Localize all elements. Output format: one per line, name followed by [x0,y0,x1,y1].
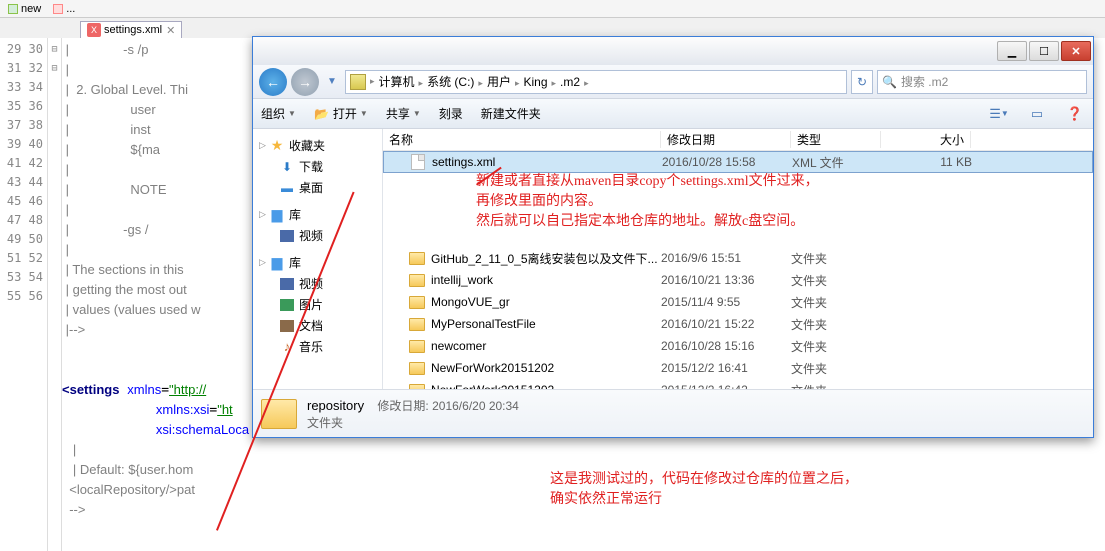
col-date[interactable]: 修改日期 [661,131,791,148]
close-file-button[interactable]: ... [49,3,79,15]
breadcrumb-item[interactable]: 计算机 [375,75,419,89]
back-button[interactable]: ← [259,68,287,96]
explorer-window: ← → ▼ ▸ 计算机▸系统 (C:)▸用户▸King▸.m2▸ ↻ 🔍 搜索 … [252,36,1094,438]
search-placeholder: 搜索 .m2 [901,73,948,90]
music-icon: ♪ [279,339,295,355]
video-icon [279,276,295,292]
document-icon [279,318,295,334]
file-row[interactable]: intellij_work2016/10/21 13:36文件夹 [383,269,1093,291]
tab-label: settings.xml [104,24,162,36]
sidebar-music[interactable]: ♪音乐 [253,336,382,357]
forward-button[interactable]: → [291,68,319,96]
folder-icon [409,296,425,309]
minimize-button[interactable] [997,41,1027,61]
fold-column[interactable]: ⊟ ⊟ [48,38,62,551]
library-icon: ▆ [269,255,285,271]
newfolder-button[interactable]: 新建文件夹 [481,105,541,122]
sidebar-videos-1[interactable]: 视频 [253,225,382,246]
file-row[interactable]: MongoVUE_gr2015/11/4 9:55文件夹 [383,291,1093,313]
file-row[interactable]: newcomer2016/10/28 15:16文件夹 [383,335,1093,357]
new-label: new [21,3,41,15]
folder-icon [409,384,425,390]
xml-icon: X [87,23,101,37]
picture-icon [279,297,295,313]
breadcrumb-item[interactable]: .m2 [556,75,584,89]
explorer-toolbar: 组织▼ 📂打开▼ 共享▼ 刻录 新建文件夹 ☰▼ ▭ ❓ [253,99,1093,129]
col-size[interactable]: 大小 [881,131,971,148]
editor-tab[interactable]: X settings.xml ✕ [80,21,182,38]
sidebar-pictures[interactable]: 图片 [253,294,382,315]
sidebar-desktop[interactable]: ▬桌面 [253,177,382,198]
refresh-button[interactable]: ↻ [851,70,873,94]
breadcrumb[interactable]: ▸ 计算机▸系统 (C:)▸用户▸King▸.m2▸ [345,70,847,94]
explorer-sidebar: ▷★收藏夹 ⬇下载 ▬桌面 ▷▆库 视频 ▷▆库 视频 图片 文档 ♪音乐 [253,129,383,389]
video-icon [279,228,295,244]
file-row[interactable]: NewForWork20151202_2015/12/2 16:42文件夹 [383,379,1093,389]
share-button[interactable]: 共享▼ [386,105,421,122]
detail-pane: repository 修改日期: 2016/6/20 20:34 文件夹 [253,389,1093,437]
sidebar-libraries-2[interactable]: ▷▆库 [253,252,382,273]
col-type[interactable]: 类型 [791,131,881,148]
breadcrumb-item[interactable]: 系统 (C:) [423,75,478,89]
folder-icon [409,340,425,353]
preview-icon[interactable]: ▭ [1027,105,1047,123]
col-name[interactable]: 名称 [383,131,661,148]
file-row[interactable]: NewForWork201512022015/12/2 16:41文件夹 [383,357,1093,379]
desktop-icon: ▬ [279,180,295,196]
drive-icon [350,74,366,90]
close-tab-icon[interactable]: ✕ [166,24,175,37]
help-icon[interactable]: ❓ [1065,105,1085,123]
file-row[interactable]: GitHub_2_11_0_5离线安装包以及文件下...2016/9/6 15:… [383,247,1093,269]
download-icon: ⬇ [279,159,295,175]
folder-icon [409,318,425,331]
new-file-button[interactable]: new [4,3,45,15]
detail-name: repository [307,398,364,413]
maximize-button[interactable] [1029,41,1059,61]
detail-type: 文件夹 [307,414,519,431]
breadcrumb-item[interactable]: King [519,75,551,89]
folder-icon [409,252,425,265]
file-row[interactable]: settings.xml2016/10/28 15:58XML 文件11 KB [383,151,1093,173]
open-button[interactable]: 📂打开▼ [314,105,368,122]
close-label: ... [66,3,75,15]
file-row[interactable]: MyPersonalTestFile2016/10/21 15:22文件夹 [383,313,1093,335]
library-icon: ▆ [269,207,285,223]
xml-file-icon [411,154,425,170]
folder-icon [261,399,297,429]
window-titlebar[interactable] [253,37,1093,65]
file-list: settings.xml2016/10/28 15:58XML 文件11 KB G… [383,151,1093,389]
column-headers[interactable]: 名称 修改日期 类型 大小 [383,129,1093,151]
sidebar-libraries[interactable]: ▷▆库 [253,204,382,225]
breadcrumb-item[interactable]: 用户 [483,75,515,89]
sidebar-videos-2[interactable]: 视频 [253,273,382,294]
sidebar-documents[interactable]: 文档 [253,315,382,336]
history-dropdown[interactable]: ▼ [323,72,341,92]
search-input[interactable]: 🔍 搜索 .m2 [877,70,1087,94]
star-icon: ★ [269,138,285,154]
sidebar-favorites[interactable]: ▷★收藏夹 [253,135,382,156]
close-window-button[interactable] [1061,41,1091,61]
sidebar-downloads[interactable]: ⬇下载 [253,156,382,177]
folder-icon [409,362,425,375]
organize-button[interactable]: 组织▼ [261,105,296,122]
search-icon: 🔍 [882,75,897,89]
burn-button[interactable]: 刻录 [439,105,463,122]
line-gutter: 29 30 31 32 33 34 35 36 37 38 39 40 41 4… [0,38,48,551]
folder-icon [409,274,425,287]
view-icon[interactable]: ☰▼ [989,105,1009,123]
